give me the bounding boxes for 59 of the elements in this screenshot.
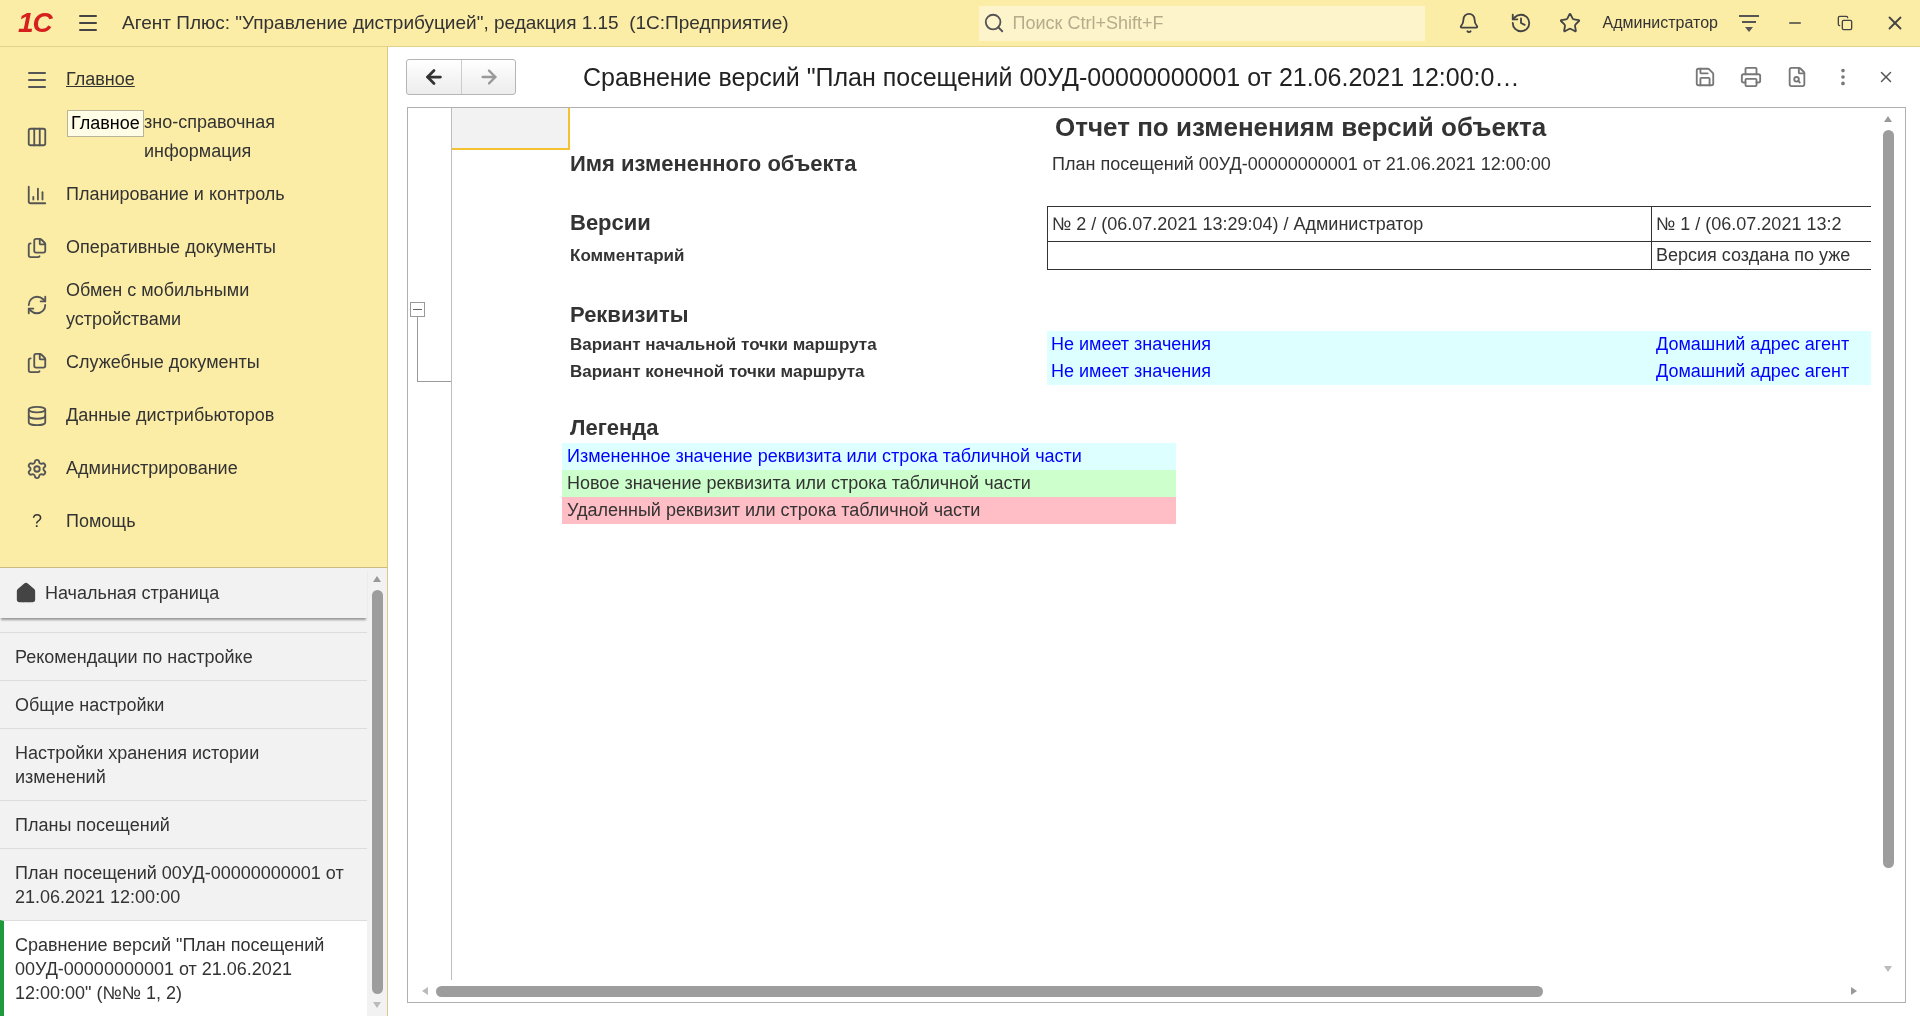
- section-item[interactable]: Служебные документы: [66, 348, 260, 377]
- legend-item: Измененное значение реквизита или строка табличной части: [562, 443, 1176, 470]
- search-icon: [982, 12, 1005, 34]
- print-icon[interactable]: [1740, 66, 1762, 88]
- user-name[interactable]: Администратор: [1602, 14, 1718, 32]
- help-glyph: ?: [32, 511, 42, 532]
- minus-icon: [413, 309, 422, 310]
- app-title: Агент Плюс: "Управление дистрибуцией", редакция 1.15 (1С:Предприятие): [122, 12, 789, 34]
- save-icon[interactable]: [1694, 66, 1716, 88]
- home-label[interactable]: Начальная страница: [45, 582, 220, 604]
- restore-icon[interactable]: [1837, 15, 1853, 31]
- settings-icon: [26, 457, 48, 480]
- section-heading: Реквизиты: [570, 301, 690, 329]
- section-heading: Имя измененного объекта: [570, 150, 858, 178]
- section-item[interactable]: зно-справочная информация: [144, 108, 294, 166]
- app-logo: 1С: [18, 7, 54, 39]
- section-item[interactable]: Планирование и контроль: [66, 180, 285, 209]
- refresh-icon: [26, 294, 48, 316]
- outline-bracket: [417, 317, 451, 382]
- columns-icon: [26, 126, 48, 148]
- database-icon: [26, 404, 48, 427]
- star-icon[interactable]: [1558, 12, 1581, 34]
- section-item[interactable]: Обмен с мобильными устройствами: [66, 276, 306, 334]
- section-item[interactable]: Администрирование: [66, 454, 238, 483]
- selected-cell[interactable]: [452, 108, 570, 150]
- section-item[interactable]: Помощь: [66, 507, 136, 536]
- object-value: План посещений 00УД-00000000001 от 21.06.2021 12:00:00: [1051, 152, 1552, 176]
- open-window-item[interactable]: Сравнение версий "План посещений 00УД-00000000001 от 21.06.2021 12:00:00" (№№ 1, 2): [0, 920, 367, 1016]
- history-icon[interactable]: [1509, 12, 1532, 34]
- section-heading: Версии: [570, 209, 652, 237]
- collapse-toggle[interactable]: [410, 302, 425, 317]
- home-icon: [15, 582, 37, 604]
- bell-icon[interactable]: [1457, 12, 1480, 34]
- tooltip: Главное: [67, 110, 144, 137]
- report-title: Отчет по изменениям версий объекта: [1054, 110, 1548, 144]
- documents-icon: [26, 351, 48, 374]
- home-item[interactable]: Начальная страница: [0, 568, 367, 618]
- form-title: Сравнение версий "План посещений 00УД-00000000001 от 21.06.2021 12:00:0…: [583, 62, 1521, 92]
- bar-chart-icon: [26, 183, 48, 206]
- menu-icon[interactable]: [1738, 13, 1760, 33]
- documents-icon: [26, 236, 48, 259]
- arrow-left-icon: [423, 66, 445, 88]
- section-item[interactable]: Оперативные документы: [66, 233, 277, 262]
- table-cell: Не имеет значения: [1047, 358, 1652, 385]
- section-item[interactable]: Данные дистрибьюторов: [66, 401, 275, 430]
- table-cell: Не имеет значения: [1047, 331, 1652, 358]
- preview-icon[interactable]: [1786, 66, 1808, 88]
- table-cell: № 2 / (06.07.2021 13:29:04) / Администратор: [1047, 206, 1652, 242]
- legend-item: Удаленный реквизит или строка табличной части: [562, 497, 1176, 524]
- main-link[interactable]: Главное: [66, 69, 135, 90]
- field-label: Вариант конечной точки маршрута: [570, 360, 866, 383]
- section-heading: Легенда: [570, 414, 660, 442]
- search-input[interactable]: Поиск Ctrl+Shift+F: [1010, 11, 1425, 35]
- field-label: Комментарий: [570, 244, 686, 267]
- table-cell: Домашний адрес агент: [1652, 331, 1871, 358]
- legend-item: Новое значение реквизита или строка табличной части: [562, 470, 1176, 497]
- search-field[interactable]: Поиск Ctrl+Shift+F: [978, 5, 1425, 41]
- table-cell: Домашний адрес агент: [1652, 358, 1871, 385]
- field-label: Вариант начальной точки маршрута: [570, 333, 878, 356]
